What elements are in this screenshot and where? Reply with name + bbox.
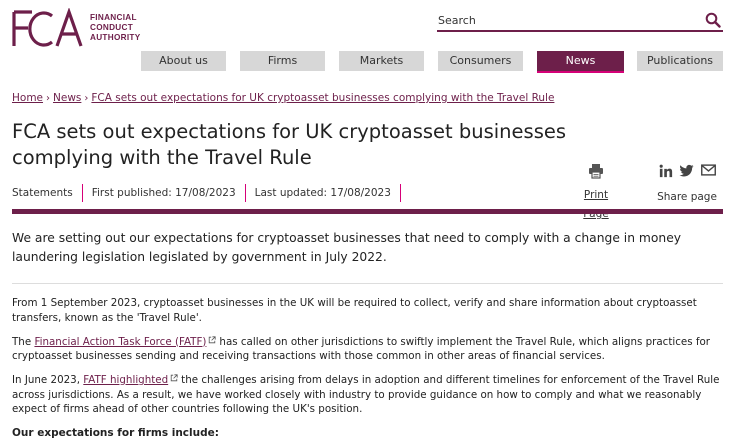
share-page-label: Share page (657, 191, 717, 203)
nav-consumers[interactable]: Consumers (438, 51, 523, 71)
search-icon[interactable] (705, 12, 721, 28)
print-page-label: Print Page (583, 189, 609, 220)
twitter-icon[interactable] (679, 164, 694, 178)
expectations-subheading: Our expectations for firms include: (12, 427, 219, 438)
chevron-right-icon: › (46, 93, 51, 104)
search-bar (437, 10, 723, 32)
chevron-right-icon: › (84, 93, 89, 104)
main-nav: About us Firms Markets Consumers News Pu… (141, 51, 723, 73)
body-paragraph-2: The Financial Action Task Force (FATF) ha… (12, 335, 724, 364)
breadcrumb-home[interactable]: Home (12, 92, 43, 104)
lead-paragraph: We are setting out our expectations for … (12, 231, 682, 264)
email-icon[interactable] (700, 164, 716, 176)
linkedin-icon[interactable] (659, 164, 673, 178)
nav-news[interactable]: News (537, 51, 624, 73)
article-meta: Statements First published: 17/08/2023 L… (12, 184, 410, 202)
body-paragraph-3: In June 2023, FATF highlighted the challe… (12, 373, 724, 417)
article-type: Statements (12, 187, 73, 199)
nav-markets[interactable]: Markets (339, 51, 424, 71)
share-page: Share page (657, 164, 717, 204)
printer-icon (589, 164, 603, 179)
nav-publications[interactable]: Publications (637, 51, 723, 71)
fatf-link[interactable]: Financial Action Task Force (FATF) (34, 336, 206, 348)
fca-logo[interactable]: FINANCIAL CONDUCT AUTHORITY (12, 8, 152, 48)
body-paragraph-1: From 1 September 2023, cryptoasset busin… (12, 297, 697, 324)
article-body: From 1 September 2023, cryptoasset busin… (12, 296, 724, 438)
last-updated: Last updated: 17/08/2023 (254, 187, 391, 199)
logo-line-3: AUTHORITY (90, 33, 141, 42)
fatf-highlighted-link[interactable]: FATF highlighted (83, 374, 168, 386)
search-input[interactable] (437, 10, 697, 30)
meta-divider (81, 184, 83, 202)
page-title: FCA sets out expectations for UK cryptoa… (12, 120, 567, 169)
breadcrumb: Home › News › FCA sets out expectations for … (12, 92, 554, 104)
logo-line-1: FINANCIAL (90, 13, 137, 22)
nav-firms[interactable]: Firms (240, 51, 325, 71)
para2-prefix: The (12, 335, 35, 348)
breadcrumb-current[interactable]: FCA sets out expectations for UK cryptoa… (91, 92, 554, 104)
meta-divider (244, 184, 246, 202)
share-icons (659, 164, 716, 180)
para3-prefix: In June 2023, (12, 374, 84, 386)
breadcrumb-news[interactable]: News (53, 92, 81, 104)
logo-wordmark: FINANCIAL CONDUCT AUTHORITY (90, 13, 140, 43)
header-divider (12, 209, 723, 214)
meta-divider (399, 184, 401, 202)
first-published: First published: 17/08/2023 (91, 187, 236, 199)
lead-divider (12, 283, 723, 284)
logo-line-2: CONDUCT (90, 23, 134, 32)
nav-about-us[interactable]: About us (141, 51, 226, 71)
external-link-icon (170, 374, 178, 382)
external-link-icon (209, 335, 217, 343)
fca-logo-mark (12, 8, 83, 47)
